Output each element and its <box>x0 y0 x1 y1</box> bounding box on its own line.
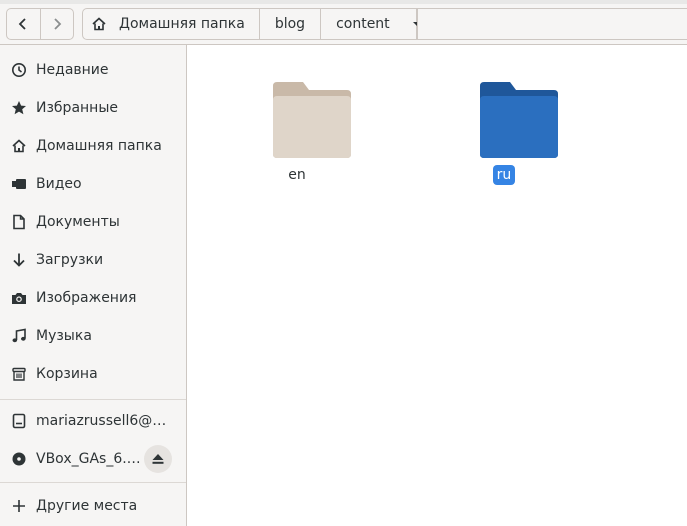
breadcrumb-blog[interactable]: blog <box>260 9 322 39</box>
sidebar-item-recent[interactable]: Недавние <box>0 51 186 89</box>
sidebar-item-network-share[interactable]: mariazrussell6@… <box>0 402 186 440</box>
breadcrumb-label: Домашняя папка <box>119 16 245 32</box>
clock-icon <box>11 62 27 78</box>
sidebar-item-label: Корзина <box>36 366 98 382</box>
sidebar-item-label: VBox_GAs_6.… <box>36 451 141 467</box>
home-icon <box>91 16 107 32</box>
chevron-right-icon <box>54 18 62 30</box>
plus-icon <box>11 498 27 514</box>
header-bar: Домашняя папка blog content <box>0 4 687 45</box>
sidebar-item-other-locations[interactable]: Другие места <box>0 487 186 525</box>
sidebar-item-music[interactable]: Музыка <box>0 317 186 355</box>
download-icon <box>11 252 27 268</box>
sidebar-item-starred[interactable]: Избранные <box>0 89 186 127</box>
file-name: en <box>288 167 306 183</box>
sidebar-item-home[interactable]: Домашняя папка <box>0 127 186 165</box>
music-icon <box>11 328 27 344</box>
camera-icon <box>11 290 27 306</box>
home-icon <box>11 138 27 154</box>
sidebar-item-label: Другие места <box>36 498 138 514</box>
sidebar-item-downloads[interactable]: Загрузки <box>0 241 186 279</box>
disc-icon <box>11 451 27 467</box>
back-button[interactable] <box>7 9 40 39</box>
sidebar-divider <box>0 482 186 483</box>
sidebar-item-trash[interactable]: Корзина <box>0 355 186 393</box>
header-spacer <box>417 8 687 40</box>
sidebar-item-label: Домашняя папка <box>36 138 162 154</box>
folder-icon <box>273 82 351 158</box>
sidebar-item-videos[interactable]: Видео <box>0 165 186 203</box>
sidebar-item-label: Изображения <box>36 290 137 306</box>
sidebar-item-pictures[interactable]: Изображения <box>0 279 186 317</box>
folder-icon <box>480 82 558 158</box>
folder-item-en[interactable]: en <box>242 57 352 183</box>
sidebar-item-label: Избранные <box>36 100 118 116</box>
sidebar-divider <box>0 399 186 400</box>
sidebar-item-label: Недавние <box>36 62 109 78</box>
file-view: en ru <box>187 45 687 526</box>
sidebar-item-documents[interactable]: Документы <box>0 203 186 241</box>
navigation-buttons <box>6 8 74 40</box>
sidebar-item-label: Видео <box>36 176 82 192</box>
sidebar-item-vbox-disc[interactable]: VBox_GAs_6.… <box>0 440 186 478</box>
video-icon <box>11 176 27 192</box>
sidebar-item-label: Загрузки <box>36 252 104 268</box>
breadcrumb-label: blog <box>274 16 306 32</box>
folder-item-ru[interactable]: ru <box>449 57 559 185</box>
sidebar-item-label: Музыка <box>36 328 92 344</box>
forward-button[interactable] <box>39 9 74 39</box>
eject-button[interactable] <box>144 445 172 473</box>
places-sidebar: Недавние Избранные Домашняя папка Видео … <box>0 45 187 526</box>
trash-icon <box>11 366 27 382</box>
sidebar-item-label: mariazrussell6@… <box>36 413 167 429</box>
breadcrumb-home[interactable]: Домашняя папка <box>83 9 260 39</box>
path-bar: Домашняя папка blog content <box>82 8 423 40</box>
document-icon <box>11 214 27 230</box>
network-icon <box>11 413 27 429</box>
star-icon <box>11 100 27 116</box>
breadcrumb-label: content <box>336 16 390 32</box>
chevron-left-icon <box>18 18 26 30</box>
eject-icon <box>152 454 164 464</box>
sidebar-item-label: Документы <box>36 214 120 230</box>
file-name: ru <box>449 165 559 185</box>
